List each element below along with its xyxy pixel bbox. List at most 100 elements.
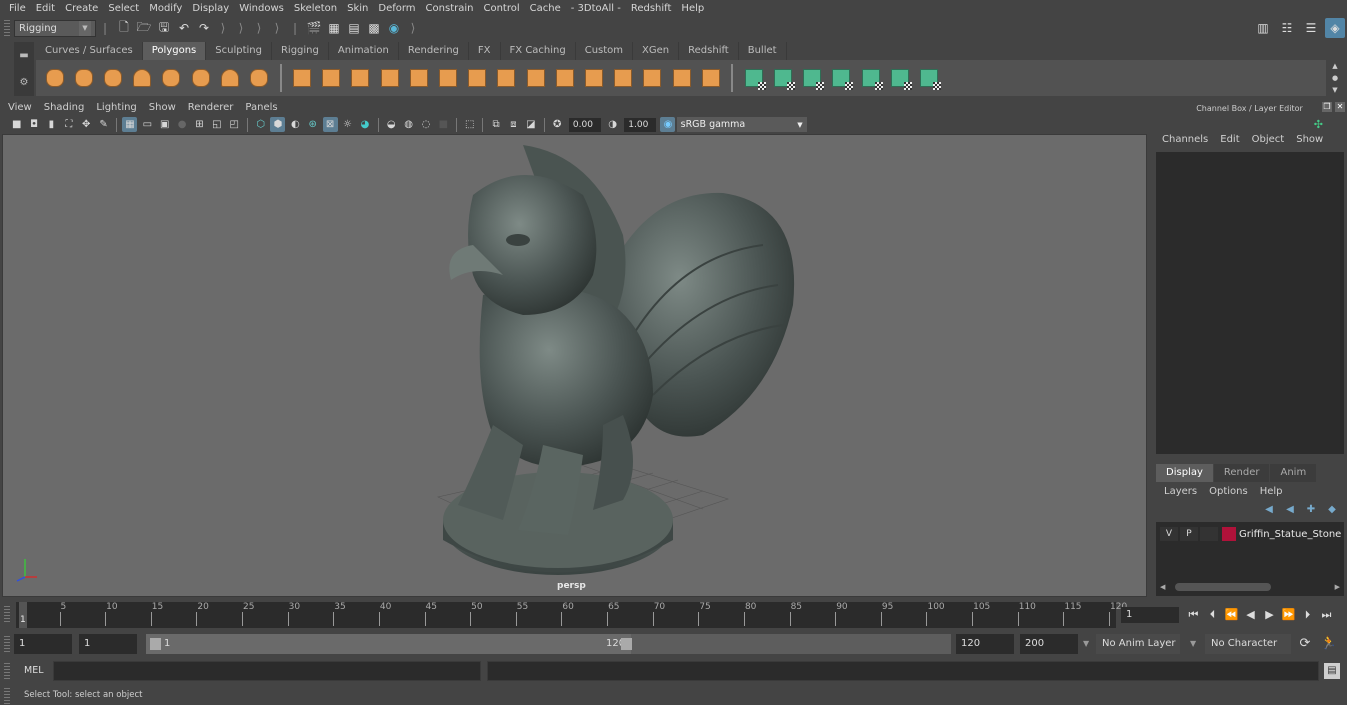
layer-tab-anim[interactable]: Anim: [1270, 464, 1317, 482]
isolate-select-icon[interactable]: ⬚: [462, 117, 477, 132]
chevron-down-icon[interactable]: ▼: [1190, 634, 1196, 654]
character-set-select[interactable]: No Character Set: [1205, 634, 1291, 669]
smooth-shade-icon[interactable]: ⬢: [270, 117, 286, 132]
image-plane-icon[interactable]: ⛶: [61, 117, 76, 132]
use-all-lights-icon[interactable]: ☼: [340, 117, 355, 132]
layer-row[interactable]: V P Griffin_Statue_Stone: [1160, 526, 1341, 542]
redo-icon[interactable]: ↷: [196, 20, 212, 36]
tool-settings-icon[interactable]: ☰: [1301, 18, 1321, 38]
step-forward-key-icon[interactable]: ⏩: [1279, 605, 1298, 625]
menu-modify[interactable]: Modify: [144, 0, 187, 17]
menu-create[interactable]: Create: [60, 0, 103, 17]
poly-cone-icon[interactable]: [130, 66, 154, 90]
safe-action-icon[interactable]: ◱: [209, 117, 224, 132]
render-settings-icon[interactable]: ▩: [366, 20, 382, 36]
xray-active-icon[interactable]: ◪: [523, 117, 538, 132]
shadows-icon[interactable]: ◕: [357, 117, 372, 132]
textured-icon[interactable]: ⊠: [322, 117, 338, 132]
poly-cylinder-icon[interactable]: [101, 66, 125, 90]
view-transform-select[interactable]: sRGB gamma ▼: [676, 117, 807, 132]
default-material-icon[interactable]: ◐: [288, 117, 303, 132]
uv-editor-icon[interactable]: [888, 66, 912, 90]
grease-pencil-icon[interactable]: ✎: [96, 117, 111, 132]
viewport-menu-view[interactable]: View: [2, 102, 38, 113]
layer-visibility-toggle[interactable]: V: [1160, 527, 1178, 541]
script-language-toggle[interactable]: MEL: [24, 665, 44, 676]
layer-menu-help[interactable]: Help: [1254, 486, 1289, 497]
move-layer-down-icon[interactable]: ◀: [1283, 504, 1297, 516]
unfold-icon[interactable]: [859, 66, 883, 90]
poly-pipe-icon[interactable]: [247, 66, 271, 90]
menu-constrain[interactable]: Constrain: [421, 0, 479, 17]
channel-box-body[interactable]: [1156, 152, 1344, 454]
menu-edit[interactable]: Edit: [31, 0, 60, 17]
channel-box-menu-object[interactable]: Object: [1246, 134, 1291, 145]
depth-of-field-icon[interactable]: ■: [436, 117, 451, 132]
collapse-icon[interactable]: ⟩: [238, 20, 244, 36]
range-slider[interactable]: 1 120: [146, 634, 951, 654]
viewport-menu-show[interactable]: Show: [143, 102, 182, 113]
grip-handle[interactable]: [4, 606, 10, 622]
grid-icon[interactable]: ▦: [122, 117, 138, 132]
scroll-left-icon[interactable]: ◀: [1160, 583, 1165, 591]
gate-mask-icon[interactable]: ●: [175, 117, 190, 132]
viewport-menu-lighting[interactable]: Lighting: [90, 102, 142, 113]
layout-uv-icon[interactable]: [917, 66, 942, 90]
poly-cube-icon[interactable]: [72, 66, 96, 90]
separate-icon[interactable]: [319, 66, 343, 90]
shelf-tab-rigging[interactable]: Rigging: [271, 42, 329, 60]
playback-start-field[interactable]: 1: [79, 634, 137, 654]
quad-draw-icon[interactable]: [582, 66, 606, 90]
collapse-icon[interactable]: ⟩: [220, 20, 226, 36]
range-slider-fill[interactable]: [146, 634, 631, 654]
close-icon[interactable]: ✕: [1335, 102, 1345, 112]
step-back-key-icon[interactable]: ⏪: [1222, 605, 1241, 625]
shelf-tab-xgen[interactable]: XGen: [633, 42, 680, 60]
manipulator-icon[interactable]: ✣: [1314, 118, 1323, 131]
shelf-tab-custom[interactable]: Custom: [575, 42, 634, 60]
motion-blur-icon[interactable]: ◍: [401, 117, 416, 132]
multi-cut-icon[interactable]: [465, 66, 489, 90]
bridge-icon[interactable]: [494, 66, 518, 90]
layer-playback-toggle[interactable]: P: [1180, 527, 1198, 541]
scroll-down-icon[interactable]: ▼: [1332, 86, 1337, 94]
collapse-icon[interactable]: ⟩: [410, 20, 416, 36]
current-frame-field[interactable]: 1: [1121, 607, 1179, 623]
save-scene-icon[interactable]: 🖫: [156, 20, 172, 36]
menu-skin[interactable]: Skin: [342, 0, 373, 17]
collapse-icon[interactable]: ❘: [290, 20, 300, 36]
layer-type-toggle[interactable]: [1200, 527, 1218, 541]
step-back-frame-icon[interactable]: ⏴: [1203, 605, 1222, 625]
collapse-icon[interactable]: ⟩: [274, 20, 280, 36]
menu-help[interactable]: Help: [676, 0, 709, 17]
layer-menu-layers[interactable]: Layers: [1158, 486, 1203, 497]
grip-handle[interactable]: [4, 688, 10, 704]
viewport-menu-renderer[interactable]: Renderer: [182, 102, 240, 113]
new-layer-selected-icon[interactable]: ◆: [1325, 504, 1339, 516]
animation-end-field[interactable]: 200: [1020, 634, 1078, 654]
shelf-tab-bullet[interactable]: Bullet: [738, 42, 787, 60]
gamma-field[interactable]: 1.00: [624, 117, 657, 132]
screen-space-ao-icon[interactable]: ◒: [384, 117, 399, 132]
menu-set-selector[interactable]: Rigging ▼: [14, 19, 96, 37]
step-forward-frame-icon[interactable]: ⏵: [1298, 605, 1317, 625]
bevel-icon[interactable]: [407, 66, 431, 90]
connect-icon[interactable]: [640, 66, 664, 90]
film-gate-icon[interactable]: ▭: [140, 117, 155, 132]
triangulate-icon[interactable]: [699, 66, 723, 90]
scroll-thumb[interactable]: [1175, 583, 1272, 591]
layer-tab-display[interactable]: Display: [1156, 464, 1213, 482]
spherical-map-icon[interactable]: [800, 66, 825, 90]
reduce-icon[interactable]: [670, 66, 694, 90]
target-weld-icon[interactable]: [611, 66, 635, 90]
shelf-scrollbar[interactable]: ▲ ● ▼: [1329, 62, 1341, 94]
collapse-icon[interactable]: ❘: [100, 20, 110, 36]
shelf-tab-fx-caching[interactable]: FX Caching: [500, 42, 576, 60]
new-layer-icon[interactable]: ✚: [1304, 504, 1318, 516]
layer-color-swatch[interactable]: [1222, 527, 1236, 541]
animation-start-field[interactable]: 1: [14, 634, 72, 654]
shelf-tab-curves-surfaces[interactable]: Curves / Surfaces: [36, 42, 143, 60]
play-backwards-icon[interactable]: ◀: [1241, 605, 1260, 625]
shelf-tab-rendering[interactable]: Rendering: [398, 42, 469, 60]
attribute-editor-icon[interactable]: ☷: [1277, 18, 1297, 38]
